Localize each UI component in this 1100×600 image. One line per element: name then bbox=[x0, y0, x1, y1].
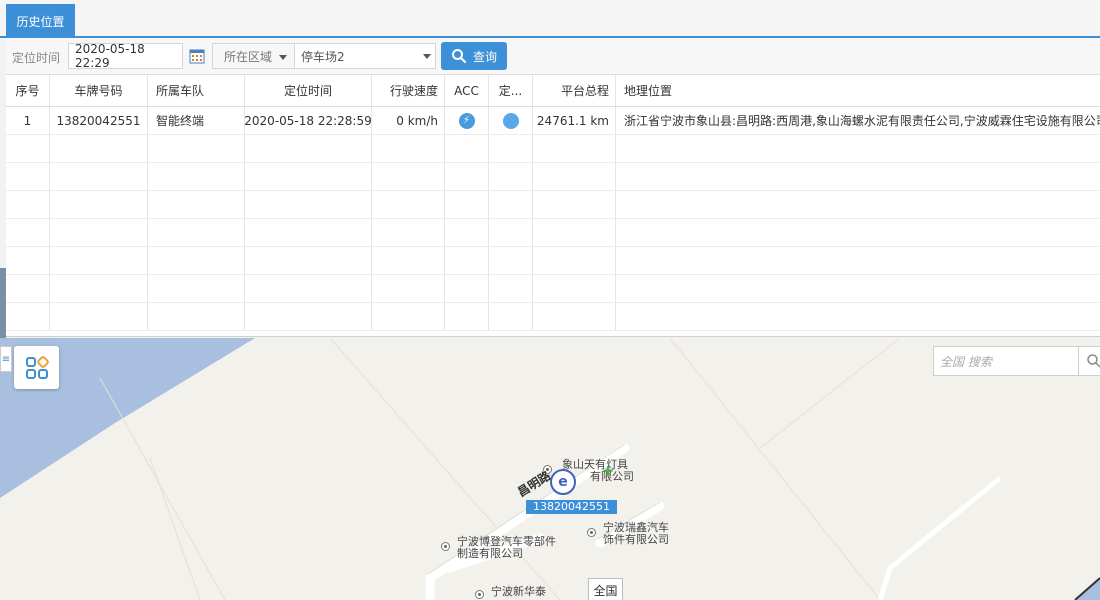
col-index[interactable]: 序号 bbox=[6, 75, 50, 106]
poi-label[interactable]: 宁波博登汽车零部件 制造有限公司 bbox=[457, 536, 556, 560]
grid-apps-icon bbox=[25, 355, 49, 379]
cell-mileage: 24761.1 km bbox=[533, 107, 616, 134]
tab-history-location[interactable]: 历史位置 bbox=[6, 4, 75, 38]
table-row-empty bbox=[6, 191, 1100, 219]
search-icon bbox=[1086, 354, 1100, 368]
lightning-icon: ⚡ bbox=[458, 112, 475, 129]
map-search-input[interactable]: 全国 搜索 bbox=[933, 346, 1079, 376]
col-acc[interactable]: ACC bbox=[445, 75, 489, 106]
table-row-empty bbox=[6, 163, 1100, 191]
table-row-empty bbox=[6, 247, 1100, 275]
cell-plate: 13820042551 bbox=[50, 107, 148, 134]
cell-position bbox=[489, 107, 533, 134]
map-view[interactable]: ≡ 全国 搜索 象山天有灯具 有限公司 ✚ 宁波博登汽车零部件 制造有限公司 宁… bbox=[0, 338, 1100, 600]
col-speed[interactable]: 行驶速度 bbox=[372, 75, 445, 106]
green-cross-icon: ✚ bbox=[603, 464, 614, 478]
region-button[interactable]: 全国 bbox=[588, 578, 623, 600]
area-select[interactable]: 停车场2 bbox=[294, 43, 436, 69]
area-label: 所在区域 bbox=[224, 49, 273, 64]
history-table: 序号 车牌号码 所属车队 定位时间 行驶速度 ACC 定... 平台总程 地理位… bbox=[6, 75, 1100, 337]
map-search-button[interactable] bbox=[1079, 346, 1100, 376]
col-fleet[interactable]: 所属车队 bbox=[148, 75, 245, 106]
col-address[interactable]: 地理位置 bbox=[616, 75, 1100, 106]
poi-marker-icon[interactable] bbox=[587, 528, 596, 537]
table-row-empty bbox=[6, 275, 1100, 303]
cell-speed: 0 km/h bbox=[372, 107, 445, 134]
query-button[interactable]: 查询 bbox=[441, 42, 507, 70]
time-input[interactable]: 2020-05-18 22:29 bbox=[68, 42, 183, 70]
cell-fleet: 智能终端 bbox=[148, 107, 245, 134]
time-label: 定位时间 bbox=[12, 51, 61, 65]
area-dropdown[interactable]: 所在区域 bbox=[212, 43, 296, 69]
side-panel-toggle[interactable]: ≡ bbox=[0, 346, 12, 372]
vehicle-marker-icon[interactable]: e bbox=[550, 469, 576, 495]
calendar-icon[interactable] bbox=[187, 46, 207, 66]
poi-label[interactable]: 宁波瑞鑫汽车 饰件有限公司 bbox=[603, 522, 669, 546]
col-position[interactable]: 定... bbox=[489, 75, 533, 106]
dot-icon bbox=[502, 112, 519, 129]
table-row-empty bbox=[6, 219, 1100, 247]
col-mileage[interactable]: 平台总程 bbox=[533, 75, 616, 106]
query-label: 查询 bbox=[472, 49, 497, 64]
vehicle-plate-label[interactable]: 13820042551 bbox=[526, 500, 617, 514]
cell-index: 1 bbox=[6, 107, 50, 134]
table-header: 序号 车牌号码 所属车队 定位时间 行驶速度 ACC 定... 平台总程 地理位… bbox=[6, 75, 1100, 107]
collapse-handle[interactable] bbox=[0, 268, 6, 338]
table-row-empty bbox=[6, 303, 1100, 331]
tab-bar: 历史位置 bbox=[0, 0, 1100, 38]
poi-marker-icon[interactable] bbox=[441, 542, 450, 551]
poi-marker-icon[interactable] bbox=[475, 590, 484, 599]
chevron-down-icon bbox=[423, 54, 431, 59]
col-time[interactable]: 定位时间 bbox=[245, 75, 372, 106]
search-icon bbox=[451, 49, 467, 64]
chevron-down-icon bbox=[279, 55, 287, 60]
cell-address: 浙江省宁波市象山县:昌明路:西周港,象山海螺水泥有限责任公司,宁波威霖住宅设施有… bbox=[624, 114, 1100, 128]
cell-acc: ⚡ bbox=[445, 107, 489, 134]
query-toolbar: 定位时间 2020-05-18 22:29 所在区域 停车场2 查询 bbox=[6, 38, 1100, 75]
cell-time: 2020-05-18 22:28:59 bbox=[245, 107, 372, 134]
table-row[interactable]: 1 13820042551 智能终端 2020-05-18 22:28:59 0… bbox=[6, 107, 1100, 135]
map-tools-button[interactable] bbox=[14, 346, 59, 389]
col-plate[interactable]: 车牌号码 bbox=[50, 75, 148, 106]
poi-label[interactable]: 宁波新华泰 bbox=[491, 586, 546, 598]
area-value: 停车场2 bbox=[301, 49, 345, 64]
table-row-empty bbox=[6, 135, 1100, 163]
